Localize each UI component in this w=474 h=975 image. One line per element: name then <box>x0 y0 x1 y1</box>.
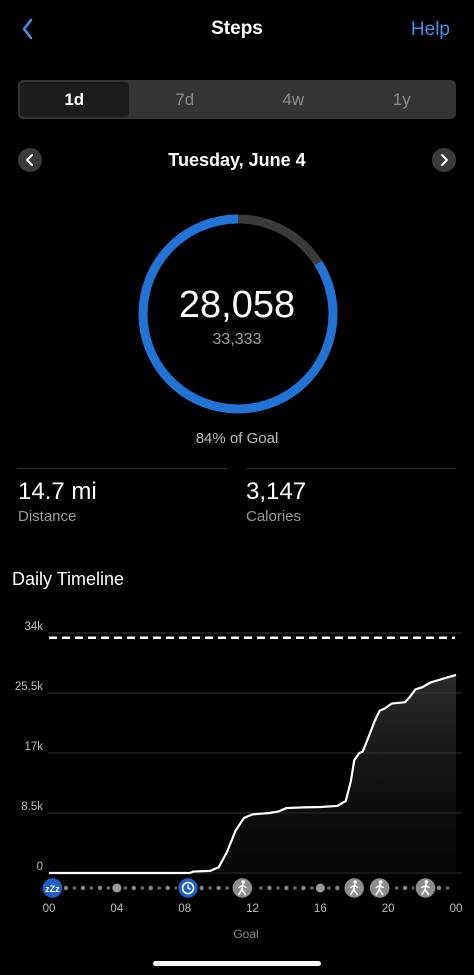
step-count: 28,058 <box>178 284 296 326</box>
distance-value: 14.7 mi <box>18 478 97 505</box>
tab-7d[interactable]: 7d <box>131 80 240 119</box>
x-tick-label: 08 <box>178 903 191 915</box>
walk-icon[interactable] <box>368 876 391 900</box>
x-axis-label: Goal <box>233 927 258 940</box>
hour-dot <box>259 886 263 890</box>
hour-dot <box>284 885 289 891</box>
divider <box>246 468 456 469</box>
hour-dot <box>140 886 145 890</box>
x-tick-label: 00 <box>43 903 56 915</box>
chevron-right-icon <box>441 154 448 166</box>
walk-icon[interactable] <box>414 876 437 900</box>
x-tick-label: 16 <box>314 903 327 915</box>
hour-dot <box>310 886 314 890</box>
hour-dot <box>267 885 272 891</box>
tab-4w[interactable]: 4w <box>239 80 348 119</box>
y-tick-label: 0 <box>37 861 43 873</box>
help-button[interactable]: Help <box>411 19 450 41</box>
hour-dot <box>148 885 153 891</box>
hour-dot <box>445 886 450 890</box>
divider <box>18 468 228 469</box>
y-tick-label: 8.5k <box>21 801 43 813</box>
hour-dot <box>112 883 122 893</box>
timeline-title: Daily Timeline <box>12 569 125 589</box>
run-icon[interactable] <box>343 876 366 900</box>
hour-dot <box>97 885 103 891</box>
hour-dot <box>123 886 128 890</box>
hour-dot <box>72 886 77 890</box>
hour-dot <box>106 886 111 890</box>
hour-dot <box>327 886 331 890</box>
calories-label: Calories <box>246 508 302 525</box>
hour-dot <box>165 885 170 891</box>
hour-dot <box>225 886 229 890</box>
hour-dot <box>157 886 162 890</box>
hour-dot <box>315 883 325 893</box>
steps-area <box>49 674 456 873</box>
x-tick-label: 20 <box>382 903 395 915</box>
hour-dot <box>199 885 204 891</box>
hour-dot <box>216 885 221 891</box>
y-tick-label: 25.5k <box>15 681 43 693</box>
clock-icon[interactable] <box>176 876 200 900</box>
next-day-button[interactable] <box>432 148 456 172</box>
hour-dot <box>394 886 399 890</box>
calories-value: 3,147 <box>246 478 307 505</box>
step-goal: 33,333 <box>212 331 262 348</box>
page-title: Steps <box>211 18 263 39</box>
x-tick-label: 04 <box>110 903 123 915</box>
sleep-icon[interactable]: zZz <box>41 876 64 900</box>
x-tick-label: 00 <box>450 903 463 915</box>
hour-dot <box>276 886 280 890</box>
y-tick-label: 17k <box>24 741 43 753</box>
period-selector: 1d 7d 4w 1y <box>18 80 456 119</box>
hour-dot <box>63 885 69 891</box>
tab-1d[interactable]: 1d <box>20 82 129 117</box>
hour-dot <box>208 886 212 890</box>
hour-dot <box>301 885 306 891</box>
home-indicator <box>153 961 321 966</box>
hour-dot <box>335 885 340 891</box>
svg-text:zZz: zZz <box>45 884 60 894</box>
hour-dot <box>89 886 94 890</box>
y-tick-label: 34k <box>24 621 43 633</box>
date-label: Tuesday, June 4 <box>168 150 306 170</box>
hour-dot <box>402 885 408 891</box>
tab-1y[interactable]: 1y <box>348 80 457 119</box>
hour-dot <box>131 885 136 891</box>
goal-percent: 84% of Goal <box>195 430 279 447</box>
daily-timeline-chart: 34k 25.5k 17k 8.5k 0 zZz 00 04 08 12 16 20 00 Goal <box>15 621 463 940</box>
hour-dot <box>80 885 86 891</box>
x-tick-label: 12 <box>246 903 259 915</box>
hour-dot <box>436 885 442 891</box>
hour-dot <box>293 886 297 890</box>
walk-icon[interactable] <box>231 876 254 900</box>
distance-label: Distance <box>18 508 77 525</box>
